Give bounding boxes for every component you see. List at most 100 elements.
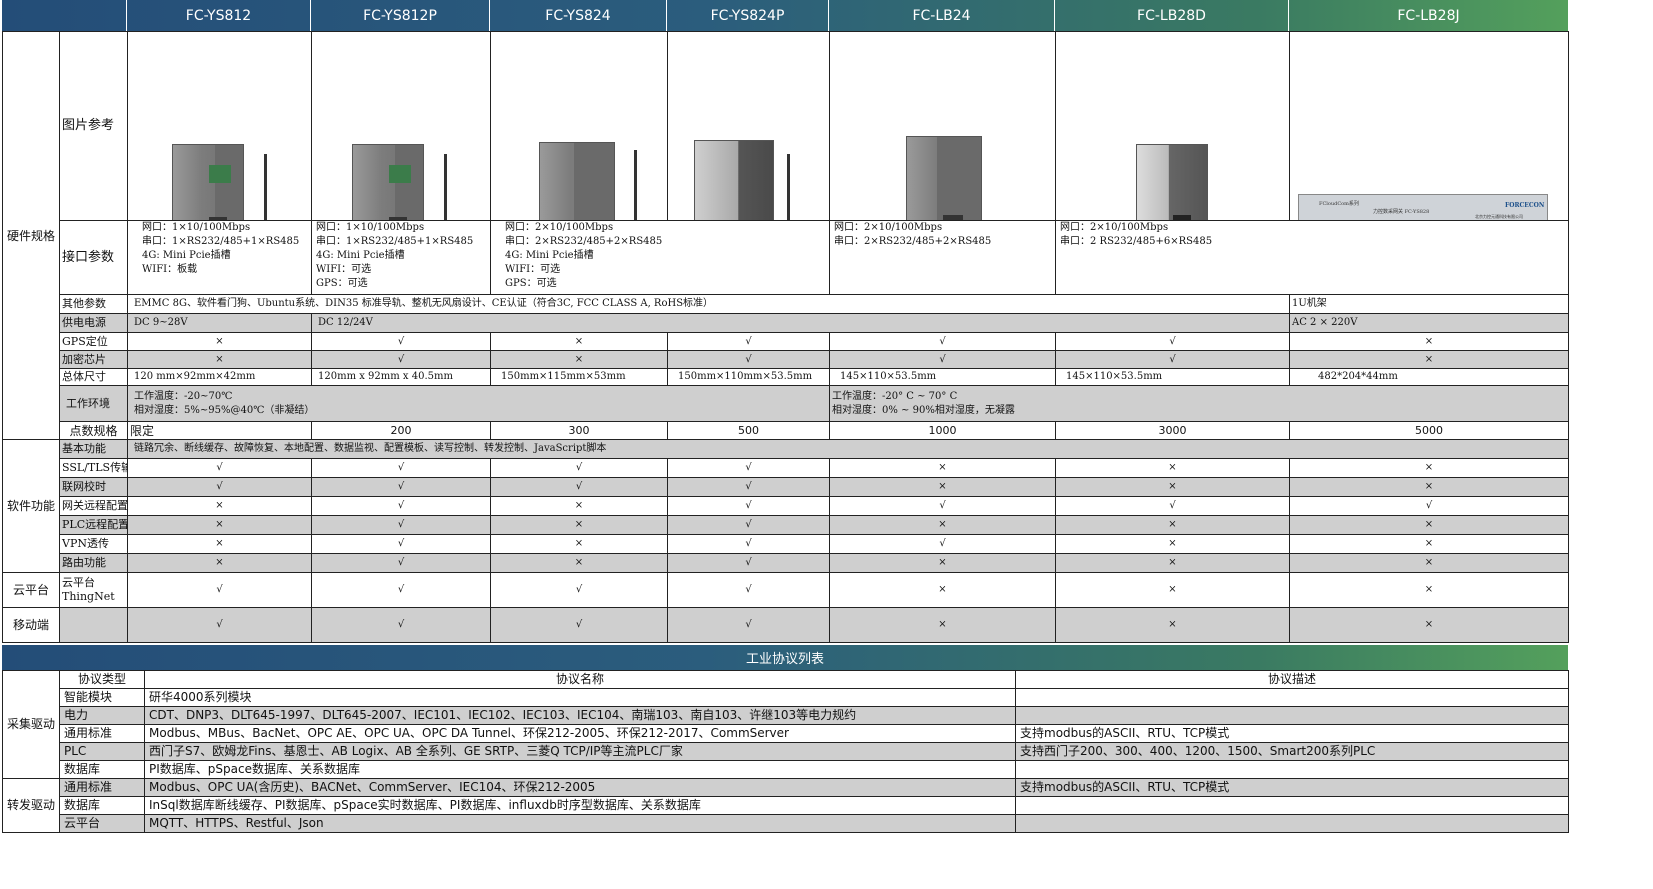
plc-cfg-cell: √ (667, 515, 830, 535)
size-cell: 145×110×53.5mm (1055, 368, 1290, 386)
antenna-icon (634, 150, 637, 220)
cloud-label: 云平台 (62, 576, 95, 589)
row-label-vpn: VPN透传 (59, 534, 128, 554)
interface-line: 网口：2×10/100Mbps (1060, 222, 1169, 233)
row-label-gps: GPS定位 (59, 332, 128, 351)
protocol-name: MQTT、HTTPS、Restful、Json (144, 814, 1016, 833)
interface-line: 网口：1×10/100Mbps (316, 222, 425, 233)
routing-cell: × (1055, 553, 1290, 573)
env-ys: 工作温度：-20~70℃ 相对湿度：5%~95%@40℃（非凝结） (127, 385, 830, 422)
routing-cell: × (829, 553, 1056, 573)
row-label-basic: 基本功能 (59, 439, 128, 459)
mobile-cell: × (1289, 607, 1569, 643)
model-header-ys824p: FC-YS824P (667, 0, 829, 31)
mobile-cell: × (829, 607, 1056, 643)
gps-cell: × (1289, 332, 1569, 351)
row-label-size: 总体尺寸 (59, 368, 128, 386)
crypto-cell: × (1289, 350, 1569, 369)
ntp-cell: × (1289, 477, 1569, 497)
protocol-type: 数据库 (59, 760, 145, 779)
protocol-name: 研华4000系列模块 (144, 688, 1016, 707)
header-corner (2, 0, 127, 31)
row-label-plc-cfg: PLC远程配置 (59, 515, 128, 535)
routing-cell: √ (311, 553, 491, 573)
protocol-desc (1015, 796, 1569, 815)
interface-lb24: 网口：2×10/100Mbps 串口：2×RS232/485+2×RS485 (829, 220, 1056, 295)
other-lb28j: 1U机架 (1289, 294, 1569, 314)
device-image (172, 144, 244, 220)
routing-cell: √ (667, 553, 830, 573)
remote-cfg-cell: √ (311, 496, 491, 516)
interface-line: 4G: Mini Pcie插槽 (505, 250, 594, 261)
remote-cfg-cell: √ (829, 496, 1056, 516)
env-line: 工作温度：-20° C ~ 70° C (832, 390, 958, 402)
device-image (1136, 144, 1208, 220)
vpn-cell: × (127, 534, 312, 554)
basic-functions: 链路冗余、断线缓存、故障恢复、本地配置、数据监视、配置模板、读写控制、转发控制、… (127, 439, 1569, 459)
section-collect: 采集驱动 (2, 670, 60, 779)
interface-ys812: 网口：1×10/100Mbps 串口：1×RS232/485+1×RS485 4… (127, 220, 312, 295)
section-mobile: 移动端 (2, 607, 60, 643)
crypto-cell: × (127, 350, 312, 369)
power-mid: DC 12/24V (311, 313, 1290, 333)
protocol-type: 通用标准 (59, 778, 145, 797)
interface-line: WIFI：板载 (142, 264, 198, 275)
row-label-ntp: 联网校时 (59, 477, 128, 497)
row-label-env: 工作环境 (59, 385, 128, 422)
vpn-cell: √ (311, 534, 491, 554)
antenna-icon (264, 154, 267, 220)
interface-line: 串口：2 RS232/485+6×RS485 (1060, 236, 1213, 247)
protocol-desc (1015, 760, 1569, 779)
rack-series-label: FCloudCom系列 (1319, 201, 1359, 207)
protocol-type: PLC (59, 742, 145, 761)
limit-cell: 500 (667, 421, 830, 440)
mobile-cell: √ (311, 607, 491, 643)
routing-cell: × (127, 553, 312, 573)
section-cloud: 云平台 (2, 572, 60, 608)
device-image (906, 136, 982, 220)
routing-cell: × (490, 553, 668, 573)
ntp-cell: √ (667, 477, 830, 497)
mobile-cell: √ (127, 607, 312, 643)
gps-cell: √ (667, 332, 830, 351)
row-label-remote-cfg: 网关远程配置 (59, 496, 128, 516)
env-lb: 工作温度：-20° C ~ 70° C 相对湿度：0% ~ 90%相对湿度，无凝… (829, 385, 1569, 422)
cloud-sublabel: ThingNet (62, 590, 115, 603)
ntp-cell: √ (490, 477, 668, 497)
protocol-desc (1015, 814, 1569, 833)
size-cell: 150mm×110mm×53.5mm (667, 368, 830, 386)
section-software: 软件功能 (2, 439, 60, 573)
env-line: 相对湿度：0% ~ 90%相对湿度，无凝露 (832, 404, 1015, 416)
row-label-ssl: SSL/TLS传输 (59, 458, 128, 478)
cloud-cell: √ (490, 572, 668, 608)
interface-ys824: 网口：2×10/100Mbps 串口：2×RS232/485+2×RS485 4… (490, 220, 830, 295)
ntp-cell: × (829, 477, 1056, 497)
protocol-desc (1015, 688, 1569, 707)
remote-cfg-cell: √ (1055, 496, 1290, 516)
vpn-cell: × (490, 534, 668, 554)
interface-line: 4G: Mini Pcie插槽 (316, 250, 405, 261)
model-header-lb28j: FC-LB28J (1397, 7, 1460, 24)
model-header-ys812: FC-YS812 (127, 0, 311, 31)
cloud-cell: × (1289, 572, 1569, 608)
limit-cell: 5000 (1289, 421, 1569, 440)
model-header-ys824: FC-YS824 (490, 0, 667, 31)
mobile-cell: √ (667, 607, 830, 643)
image-lb24 (829, 31, 1056, 221)
ssl-cell: √ (667, 458, 830, 478)
row-label-power: 供电电源 (59, 313, 128, 333)
ssl-cell: × (829, 458, 1056, 478)
interface-line: 串口：2×RS232/485+2×RS485 (834, 236, 992, 247)
remote-cfg-cell: √ (667, 496, 830, 516)
interface-line: 4G: Mini Pcie插槽 (142, 250, 231, 261)
protocol-desc: 支持modbus的ASCII、RTU、TCP模式 (1015, 778, 1569, 797)
row-label-mobile (59, 607, 128, 643)
antenna-icon (444, 154, 447, 220)
interface-lb28: 网口：2×10/100Mbps 串口：2 RS232/485+6×RS485 (1055, 220, 1569, 295)
crypto-cell: √ (311, 350, 491, 369)
row-label-crypto: 加密芯片 (59, 350, 128, 369)
crypto-cell: √ (829, 350, 1056, 369)
protocol-desc: 支持西门子200、300、400、1200、1500、Smart200系列PLC (1015, 742, 1569, 761)
cloud-cell: × (829, 572, 1056, 608)
interface-line: GPS：可选 (316, 278, 368, 289)
